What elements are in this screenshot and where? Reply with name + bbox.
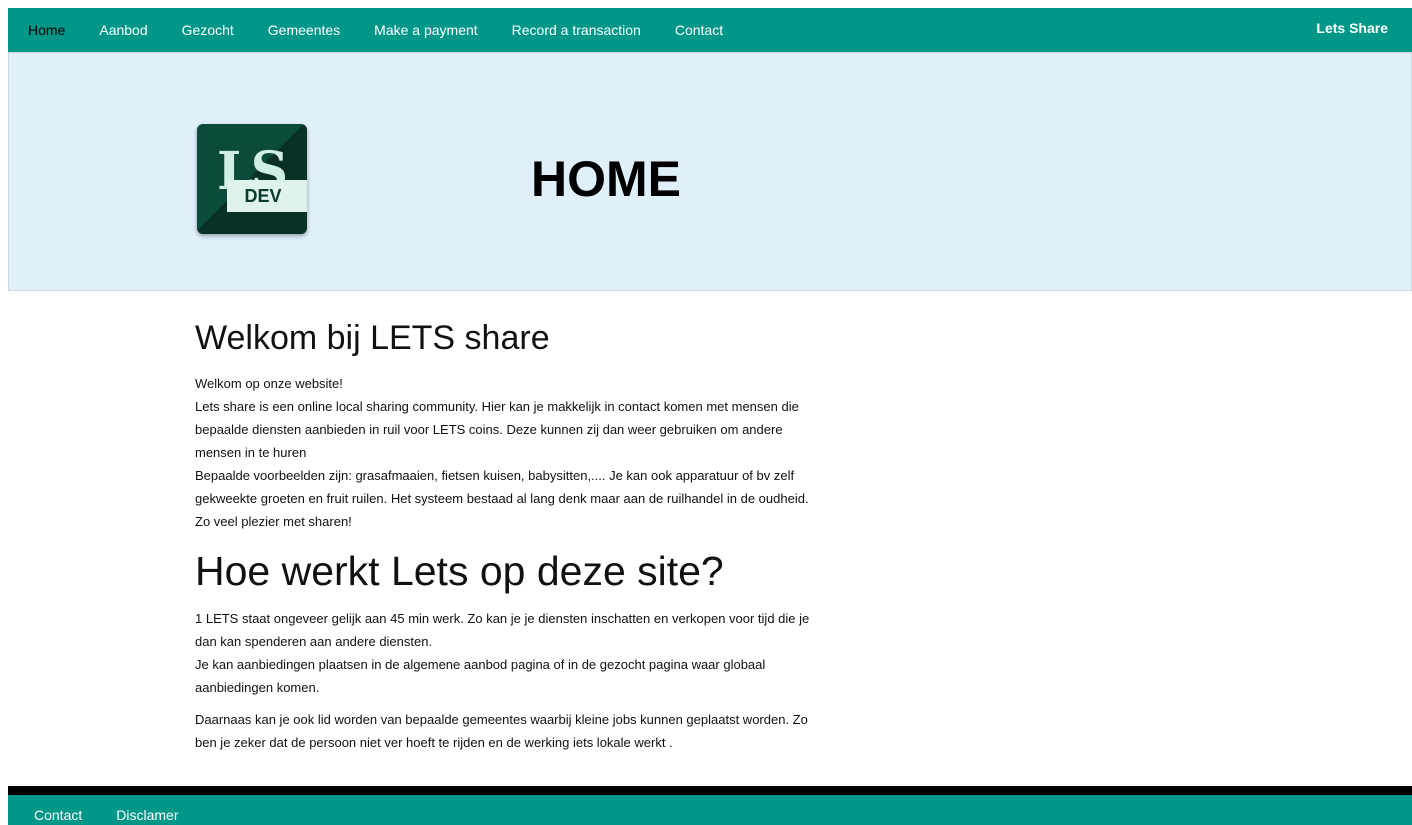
how-line: ben je zeker dat de persoon niet ver hoe… xyxy=(195,735,673,750)
brand-link[interactable]: Lets Share xyxy=(1316,8,1388,48)
how-line: dan kan spenderen aan andere diensten. xyxy=(195,634,433,649)
welcome-line: Bepaalde voorbeelden zijn: grasafmaaien,… xyxy=(195,468,795,483)
how-it-works-paragraph-2: Daarnaas kan je ook lid worden van bepaa… xyxy=(195,708,875,754)
welcome-line: Welkom op onze website! xyxy=(195,376,343,391)
welcome-line: Lets share is een online local sharing c… xyxy=(195,399,799,414)
how-it-works-paragraph-1: 1 LETS staat ongeveer gelijk aan 45 min … xyxy=(195,607,875,699)
how-line: aanbiedingen komen. xyxy=(195,680,320,695)
how-it-works-heading: Hoe werkt Lets op deze site? xyxy=(195,548,724,594)
nav-item-record-transaction[interactable]: Record a transaction xyxy=(495,8,658,52)
how-line: Daarnaas kan je ook lid worden van bepaa… xyxy=(195,712,808,727)
lets-share-dev-logo: LS DEV xyxy=(197,124,307,234)
footer: Contact Disclamer xyxy=(8,795,1412,825)
nav-item-make-payment[interactable]: Make a payment xyxy=(357,8,495,52)
footer-link-contact[interactable]: Contact xyxy=(8,795,99,825)
hero-banner: LS DEV HOME xyxy=(8,52,1412,291)
welcome-heading: Welkom bij LETS share xyxy=(195,319,550,357)
nav-item-aanbod[interactable]: Aanbod xyxy=(82,8,164,52)
nav-item-gemeentes[interactable]: Gemeentes xyxy=(251,8,357,52)
welcome-paragraph: Welkom op onze website! Lets share is ee… xyxy=(195,372,875,533)
logo-dev-tag: DEV xyxy=(227,180,307,212)
main-content: Welkom bij LETS share Welkom op onze web… xyxy=(195,318,875,754)
page-title: HOME xyxy=(531,151,681,207)
nav-item-gezocht[interactable]: Gezocht xyxy=(165,8,251,52)
how-line: Je kan aanbiedingen plaatsen in de algem… xyxy=(195,657,766,672)
top-navbar: Home Aanbod Gezocht Gemeentes Make a pay… xyxy=(8,8,1412,52)
nav-item-contact[interactable]: Contact xyxy=(658,8,740,52)
how-line: 1 LETS staat ongeveer gelijk aan 45 min … xyxy=(195,611,810,626)
welcome-line: Zo veel plezier met sharen! xyxy=(195,514,352,529)
welcome-line: gekweekte groeten en fruit ruilen. Het s… xyxy=(195,491,809,506)
footer-divider xyxy=(8,786,1412,795)
welcome-line: bepaalde diensten aanbieden in ruil voor… xyxy=(195,422,783,437)
welcome-line: mensen in te huren xyxy=(195,445,307,460)
nav-item-home[interactable]: Home xyxy=(8,8,82,52)
page: Home Aanbod Gezocht Gemeentes Make a pay… xyxy=(0,0,1412,825)
footer-link-disclaimer[interactable]: Disclamer xyxy=(99,795,195,825)
